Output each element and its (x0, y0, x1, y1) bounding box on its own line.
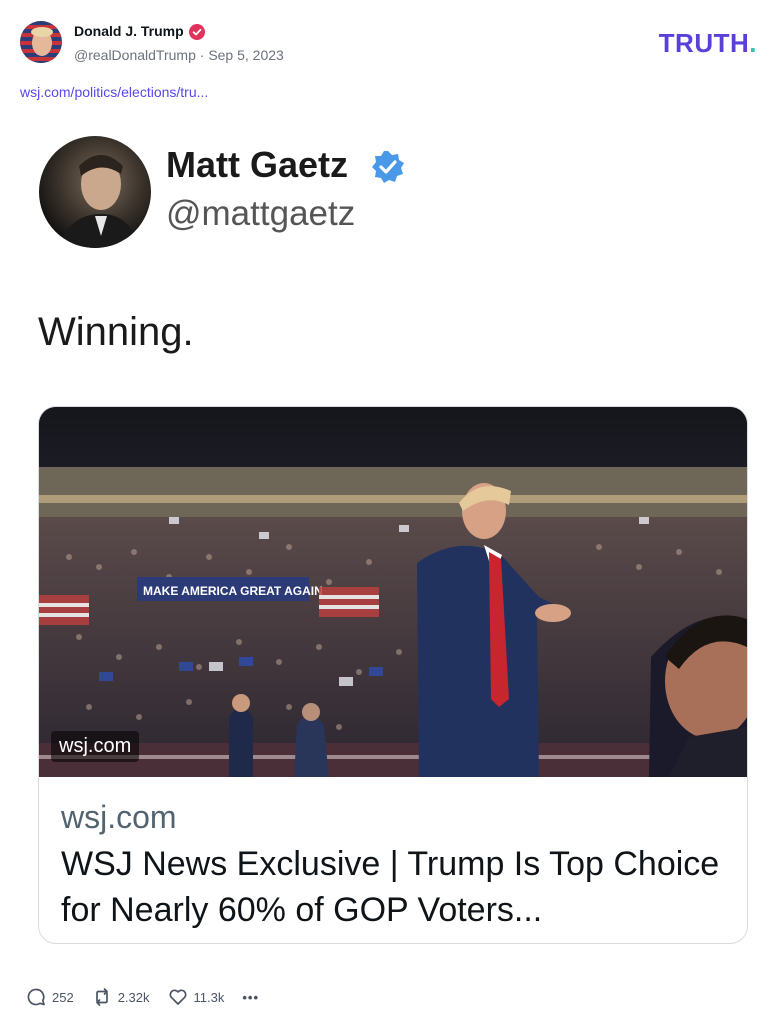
author-avatar[interactable] (20, 21, 62, 63)
author-meta: @realDonaldTrump · Sep 5, 2023 (74, 47, 284, 63)
truth-logo[interactable]: TRUTH. (659, 28, 757, 59)
heart-icon (169, 989, 187, 1005)
reply-icon (27, 988, 45, 1006)
more-button[interactable]: ••• (242, 990, 259, 1005)
card-domain: wsj.com (61, 799, 177, 835)
embedded-tweet-image[interactable]: Matt Gaetz @mattgaetz Winning. MAKE AMER… (20, 122, 757, 962)
image-overlay-domain: wsj.com (51, 731, 140, 762)
post-header: Donald J. Trump @realDonaldTrump · Sep 5… (20, 20, 757, 66)
meta-separator: · (199, 47, 205, 63)
banner-text: MAKE AMERICA GREAT AGAIN (143, 584, 323, 598)
tweet-handle: @mattgaetz (166, 194, 356, 233)
action-bar: 252 2.32k 11.3k ••• (26, 985, 277, 1009)
tweet-text: Winning. (38, 310, 194, 354)
repost-button[interactable]: 2.32k (92, 987, 150, 1007)
like-count: 11.3k (193, 989, 225, 1005)
author-name[interactable]: Donald J. Trump (74, 23, 184, 39)
reply-count: 252 (52, 989, 74, 1005)
link-card[interactable]: MAKE AMERICA GREAT AGAIN wsj.com wsj.com… (38, 406, 748, 944)
post-date[interactable]: Sep 5, 2023 (208, 47, 284, 63)
card-image: MAKE AMERICA GREAT AGAIN wsj.com (39, 407, 747, 777)
like-button[interactable]: 11.3k (168, 987, 225, 1007)
reply-button[interactable]: 252 (26, 987, 74, 1007)
author-handle[interactable]: @realDonaldTrump (74, 47, 196, 63)
card-title: WSJ News Exclusive | Trump Is Top Choice… (61, 845, 720, 929)
more-icon: ••• (242, 989, 260, 1005)
brand-dot: . (749, 28, 757, 58)
brand-text: TRUTH (658, 28, 750, 58)
post-link[interactable]: wsj.com/politics/elections/tru... (20, 84, 208, 100)
tweet-author-name: Matt Gaetz (166, 144, 349, 185)
tweet-avatar (39, 136, 151, 248)
tweet-verified-icon (372, 151, 404, 183)
repost-icon (95, 988, 108, 1006)
repost-count: 2.32k (117, 989, 150, 1005)
verified-badge-icon (189, 24, 205, 40)
